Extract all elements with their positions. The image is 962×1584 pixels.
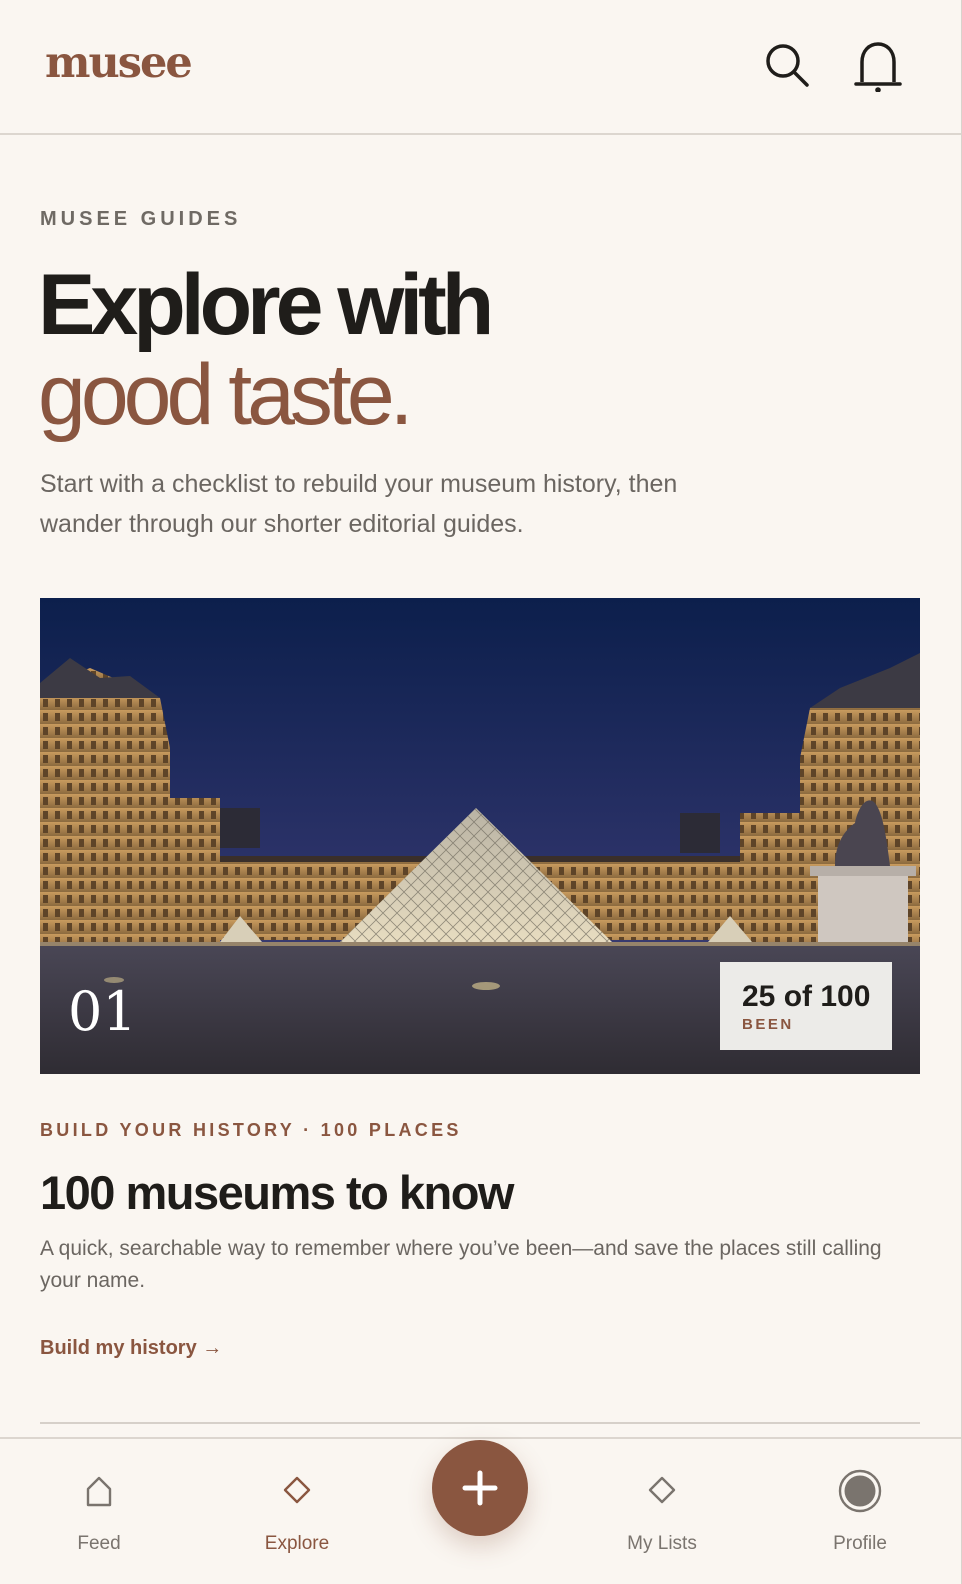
app-screen: musee MUSEE GUIDES Explore with good tas…: [0, 0, 962, 1584]
bell-icon: [854, 42, 902, 92]
card-kicker: BUILD YOUR HISTORY · 100 PLACES: [40, 1120, 462, 1140]
page-title: Explore with: [38, 257, 494, 353]
nav-label-profile: Profile: [833, 1533, 887, 1554]
nav-item-explore[interactable]: Explore: [217, 1439, 377, 1584]
build-history-link[interactable]: Build my history →: [40, 1337, 222, 1360]
guide-card-image[interactable]: 01 25 of 100 BEEN: [40, 598, 920, 1074]
notifications-button[interactable]: [852, 40, 904, 92]
diamond-icon: [273, 1467, 321, 1515]
card-title[interactable]: 100 museums to know: [40, 1165, 515, 1220]
plus-icon: [462, 1470, 498, 1506]
card-number: 01: [68, 980, 137, 1043]
page-description: Start with a checklist to rebuild your m…: [40, 470, 678, 538]
top-header: musee: [0, 0, 961, 135]
nav-label-feed: Feed: [77, 1533, 121, 1554]
page-title-accent: good taste.: [38, 347, 414, 443]
nav-item-feed[interactable]: Feed: [19, 1439, 179, 1584]
diamond-icon: [638, 1467, 686, 1515]
add-button[interactable]: [432, 1440, 528, 1536]
progress-badge: 25 of 100 BEEN: [720, 962, 892, 1050]
progress-label: BEEN: [742, 1016, 794, 1033]
progress-count: 25 of 100: [742, 980, 871, 1013]
nav-label-explore: Explore: [264, 1533, 330, 1554]
nav-item-profile[interactable]: Profile: [780, 1439, 940, 1584]
search-icon: [766, 44, 809, 87]
card-description: A quick, searchable way to remember wher…: [40, 1237, 882, 1292]
nav-label-my-lists: My Lists: [627, 1533, 697, 1554]
section-eyebrow: MUSEE GUIDES: [40, 208, 242, 230]
divider: [40, 1422, 920, 1424]
profile-icon: [836, 1467, 884, 1515]
search-button[interactable]: [762, 40, 814, 92]
home-icon: [75, 1467, 123, 1515]
app-logo[interactable]: musee: [45, 38, 193, 88]
nav-item-my-lists[interactable]: My Lists: [582, 1439, 742, 1584]
